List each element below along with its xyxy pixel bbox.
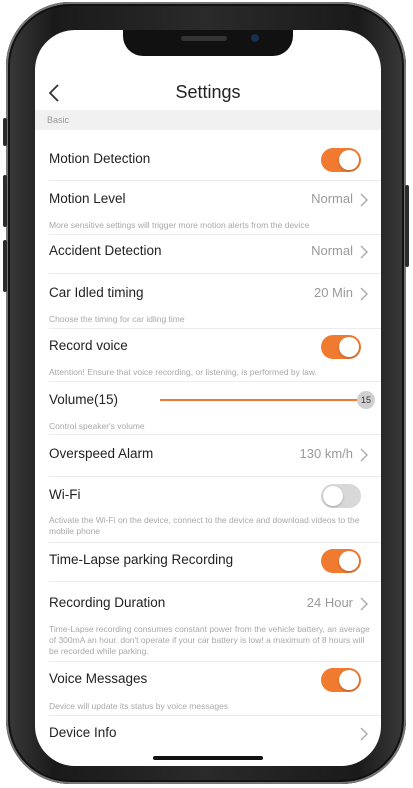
device-info-label: Device Info <box>49 725 117 740</box>
record-voice-row[interactable]: Record voice <box>49 335 369 359</box>
chevron-right-icon <box>360 287 368 301</box>
volume-row: Volume(15) <box>49 392 369 410</box>
car-idled-timing-label: Car Idled timing <box>49 285 144 300</box>
mute-switch <box>3 118 7 146</box>
power-button <box>405 185 409 267</box>
voice-messages-row[interactable]: Voice Messages <box>49 668 369 692</box>
voice-messages-label: Voice Messages <box>49 671 148 686</box>
divider <box>49 273 381 274</box>
front-camera <box>251 34 259 42</box>
divider <box>49 715 381 716</box>
accident-detection-row[interactable]: Accident Detection Normal <box>49 243 369 261</box>
chevron-right-icon <box>360 597 368 611</box>
volume-up-button <box>3 175 7 227</box>
recording-duration-description: Time-Lapse recording consumes constant p… <box>49 624 370 656</box>
volume-label: Volume(15) <box>49 392 119 407</box>
nav-bar: Settings <box>35 72 381 114</box>
record-voice-toggle[interactable] <box>321 335 361 359</box>
voice-messages-toggle[interactable] <box>321 668 361 692</box>
wifi-toggle[interactable] <box>321 484 361 508</box>
toggle-knob <box>339 551 359 571</box>
overspeed-alarm-value: 130 km/h <box>299 446 353 461</box>
record-voice-description: Attention! Ensure that voice recording, … <box>49 367 317 377</box>
motion-detection-toggle[interactable] <box>321 148 361 172</box>
chevron-right-icon <box>360 193 368 207</box>
divider <box>49 476 381 477</box>
recording-duration-row[interactable]: Recording Duration 24 Hour <box>49 595 369 613</box>
earpiece-speaker <box>181 36 227 41</box>
chevron-right-icon <box>360 727 368 741</box>
wifi-row[interactable]: Wi-Fi <box>49 484 369 508</box>
divider <box>49 328 381 329</box>
divider <box>49 381 381 382</box>
notch <box>123 30 293 56</box>
motion-detection-row[interactable]: Motion Detection <box>49 148 369 172</box>
divider <box>49 661 381 662</box>
wifi-description: Activate the Wi-Fi on the device, connec… <box>49 515 360 536</box>
toggle-knob <box>339 337 359 357</box>
overspeed-alarm-label: Overspeed Alarm <box>49 446 154 461</box>
recording-duration-value: 24 Hour <box>306 595 353 610</box>
motion-level-value: Normal <box>311 191 353 206</box>
accident-detection-value: Normal <box>311 243 353 258</box>
home-indicator[interactable] <box>153 756 263 760</box>
chevron-right-icon <box>360 245 368 259</box>
toggle-knob <box>323 486 343 506</box>
motion-detection-label: Motion Detection <box>49 151 151 166</box>
motion-level-description: More sensitive settings will trigger mor… <box>49 220 310 230</box>
volume-description: Control speaker's volume <box>49 421 145 431</box>
divider <box>49 180 381 181</box>
phone-screen: Settings Basic Motion Detection Motion L… <box>35 30 381 766</box>
motion-level-label: Motion Level <box>49 191 126 206</box>
section-header-basic: Basic <box>35 110 381 130</box>
page-title: Settings <box>175 82 241 102</box>
motion-level-row[interactable]: Motion Level Normal <box>49 191 369 209</box>
divider <box>49 542 381 543</box>
volume-slider-thumb[interactable]: 15 <box>357 391 375 409</box>
timelapse-parking-recording-toggle[interactable] <box>321 549 361 573</box>
device-info-row[interactable]: Device Info <box>49 725 369 743</box>
volume-down-button <box>3 240 7 292</box>
toggle-knob <box>339 150 359 170</box>
car-idled-timing-row[interactable]: Car Idled timing 20 Min <box>49 285 369 303</box>
volume-slider-track[interactable] <box>160 399 362 401</box>
timelapse-parking-recording-row[interactable]: Time-Lapse parking Recording <box>49 549 369 573</box>
accident-detection-label: Accident Detection <box>49 243 162 258</box>
chevron-right-icon <box>360 448 368 462</box>
overspeed-alarm-row[interactable]: Overspeed Alarm 130 km/h <box>49 446 369 464</box>
record-voice-label: Record voice <box>49 338 128 353</box>
divider <box>49 234 381 235</box>
recording-duration-label: Recording Duration <box>49 595 166 610</box>
divider <box>49 581 381 582</box>
car-idled-timing-value: 20 Min <box>313 285 353 300</box>
wifi-label: Wi-Fi <box>49 487 81 502</box>
voice-messages-description: Device will update its status by voice m… <box>49 701 229 711</box>
divider <box>49 434 381 435</box>
timelapse-parking-recording-label: Time-Lapse parking Recording <box>49 552 234 567</box>
car-idled-timing-description: Choose the timing for car idling time <box>49 314 185 324</box>
toggle-knob <box>339 670 359 690</box>
